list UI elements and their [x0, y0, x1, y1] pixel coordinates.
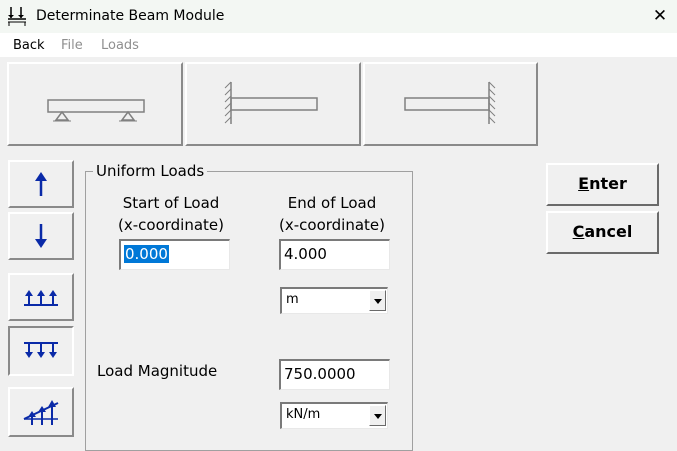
menu-back[interactable]: Back — [13, 38, 45, 53]
cancel-button[interactable]: Cancel — [546, 211, 659, 254]
uniform-load-up-button[interactable] — [8, 273, 74, 321]
end-of-load-value: 4.000 — [284, 245, 327, 263]
enter-accel: E — [578, 174, 590, 193]
uniform-load-up-icon — [24, 290, 58, 306]
linear-load-up-button[interactable] — [8, 387, 74, 437]
simply-supported-beam-button[interactable] — [7, 62, 183, 146]
end-label-line-1: End of Load — [287, 194, 377, 212]
menu-loads[interactable]: Loads — [101, 38, 139, 53]
uniform-load-down-icon — [24, 342, 58, 358]
start-of-load-value: 0.000 — [124, 245, 169, 263]
title-bar: Determinate Beam Module ✕ — [0, 0, 677, 33]
start-label-line-2: (x-coordinate) — [118, 216, 224, 234]
force-unit-select[interactable]: kN/m — [280, 402, 388, 429]
point-load-down-button[interactable] — [8, 212, 74, 260]
menu-bar: Back File Loads — [0, 33, 677, 57]
close-button[interactable]: ✕ — [643, 0, 677, 33]
simply-supported-beam-icon — [47, 99, 145, 122]
point-load-down-icon — [35, 224, 47, 248]
cantilever-right-button[interactable] — [363, 62, 538, 146]
group-title: Uniform Loads — [93, 162, 208, 180]
cantilever-right-fixed-icon — [404, 81, 496, 124]
end-label-line-2: (x-coordinate) — [279, 216, 385, 234]
uniform-load-down-button[interactable] — [8, 326, 74, 376]
enter-button[interactable]: Enter — [546, 163, 659, 206]
cantilever-left-fixed-icon — [224, 81, 318, 124]
cantilever-left-button[interactable] — [185, 62, 361, 146]
beam-app-icon — [8, 7, 26, 26]
length-unit-value: m — [286, 292, 299, 307]
start-label-line-1: Start of Load — [122, 194, 220, 212]
load-magnitude-label: Load Magnitude — [97, 362, 218, 380]
load-magnitude-input[interactable]: 750.0000 — [279, 359, 390, 390]
point-load-up-icon — [35, 172, 47, 196]
cancel-label: ancel — [584, 222, 633, 241]
linear-load-up-icon — [23, 400, 59, 425]
point-load-up-button[interactable] — [8, 160, 74, 208]
end-load-label: End of Load (x-coordinate) — [261, 192, 403, 236]
window-title: Determinate Beam Module — [36, 8, 225, 24]
load-magnitude-value: 750.0000 — [284, 365, 356, 383]
enter-label: nter — [589, 174, 627, 193]
start-load-label: Start of Load (x-coordinate) — [100, 192, 242, 236]
start-of-load-input[interactable]: 0.000 — [119, 239, 230, 270]
length-unit-select[interactable]: m — [280, 287, 388, 314]
chevron-down-icon[interactable] — [369, 290, 386, 311]
cancel-accel: C — [572, 222, 585, 241]
force-unit-value: kN/m — [286, 407, 321, 422]
menu-file[interactable]: File — [61, 38, 83, 53]
chevron-down-icon[interactable] — [369, 405, 386, 426]
end-of-load-input[interactable]: 4.000 — [279, 239, 390, 270]
